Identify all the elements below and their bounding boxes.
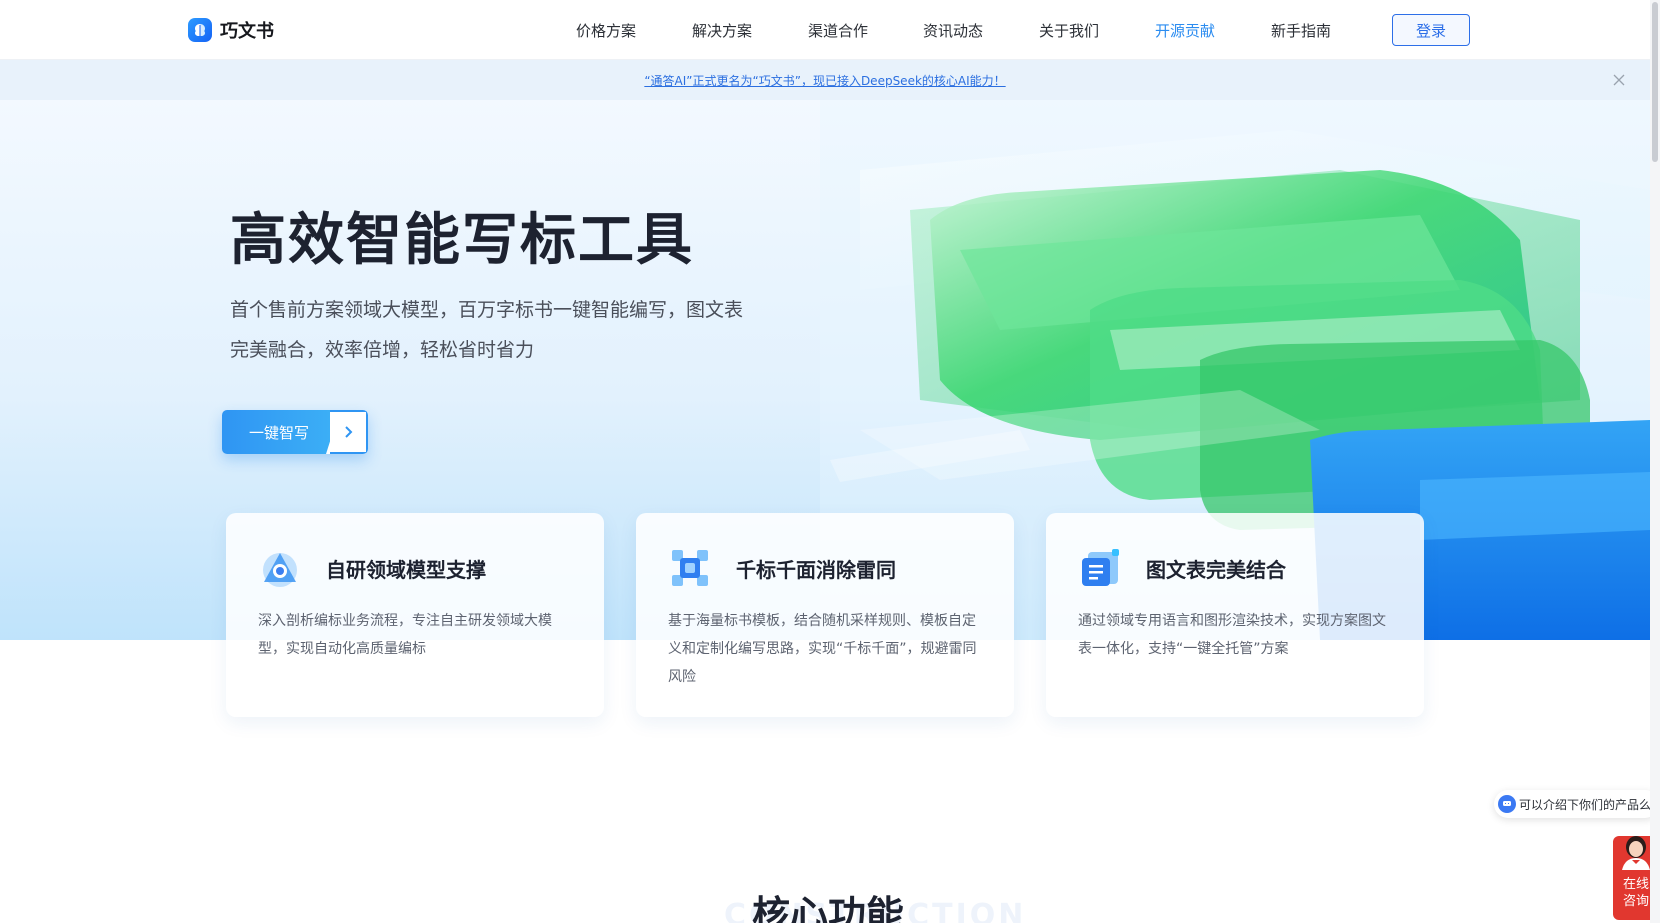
logo-text: 巧文书 (220, 21, 274, 42)
nav-channel-partners[interactable]: 渠道合作 (808, 20, 868, 41)
nav-news[interactable]: 资讯动态 (923, 20, 983, 41)
nav-pricing[interactable]: 价格方案 (576, 20, 636, 41)
nav-solutions[interactable]: 解决方案 (692, 20, 752, 41)
logo[interactable]: 巧文书 (188, 17, 274, 43)
feature-description: 深入剖析编标业务流程，专注自主研发领域大模型，实现自动化高质量编标 (258, 613, 552, 657)
grid-puzzle-icon (668, 546, 712, 590)
feature-card: 自研领域模型支撑 深入剖析编标业务流程，专注自主研发领域大模型，实现自动化高质量… (226, 513, 604, 717)
hero-title: 高效智能写标工具 (230, 208, 694, 273)
nav-open-source[interactable]: 开源贡献 (1155, 20, 1215, 41)
feature-description: 基于海量标书模板，结合随机采样规则、模板自定义和定制化编写思路，实现“千标千面”… (668, 613, 977, 685)
triangle-node-icon (258, 546, 302, 590)
hero-description-line-1: 首个售前方案领域大模型，百万字标书一键智能编写，图文表 (230, 299, 744, 321)
feature-description: 通过领域专用语言和图形渲染技术，实现方案图文表一体化，支持“一键全托管”方案 (1078, 613, 1386, 657)
top-header: 巧文书 价格方案 解决方案 渠道合作 资讯动态 关于我们 开源贡献 新手指南 登… (0, 0, 1650, 60)
feature-card: 千标千面消除雷同 基于海量标书模板，结合随机采样规则、模板自定义和定制化编写思路… (636, 513, 1014, 717)
agent-avatar (1619, 836, 1653, 870)
feature-title: 千标千面消除雷同 (736, 557, 896, 582)
scrollbar-thumb[interactable] (1652, 2, 1658, 162)
announcement-bar: “通答AI”正式更名为“巧文书”，现已接入DeepSeek的核心AI能力！ (0, 60, 1650, 100)
hero-description-line-2: 完美融合，效率倍增，轻松省时省力 (230, 339, 535, 361)
feature-card: 图文表完美结合 通过领域专用语言和图形渲染技术，实现方案图文表一体化，支持“一键… (1046, 513, 1424, 717)
chevron-right-icon (330, 410, 368, 454)
smart-write-button[interactable]: 一键智写 (222, 410, 368, 454)
login-button[interactable]: 登录 (1392, 14, 1470, 46)
page-scrollbar[interactable] (1650, 0, 1660, 923)
section-title: 核心功能 (752, 893, 905, 923)
nav-beginner-guide[interactable]: 新手指南 (1271, 20, 1331, 41)
document-table-icon (1078, 546, 1122, 590)
chat-suggestion-bubble[interactable]: 可以介绍下你们的产品么 (1494, 790, 1660, 818)
smart-write-label: 一键智写 (222, 410, 342, 454)
chat-suggestion-text: 可以介绍下你们的产品么 (1519, 797, 1652, 812)
feature-title: 图文表完美结合 (1146, 557, 1286, 582)
chat-icon (1498, 795, 1516, 813)
feature-cards: 自研领域模型支撑 深入剖析编标业务流程，专注自主研发领域大模型，实现自动化高质量… (226, 513, 1426, 717)
brain-logo-icon (188, 18, 212, 42)
hero-description: 首个售前方案领域大模型，百万字标书一键智能编写，图文表 完美融合，效率倍增，轻松… (230, 290, 790, 370)
announcement-link[interactable]: “通答AI”正式更名为“巧文书”，现已接入DeepSeek的核心AI能力！ (644, 72, 1005, 89)
nav-about-us[interactable]: 关于我们 (1039, 20, 1099, 41)
feature-title: 自研领域模型支撑 (326, 557, 486, 582)
close-icon[interactable] (1611, 72, 1627, 88)
